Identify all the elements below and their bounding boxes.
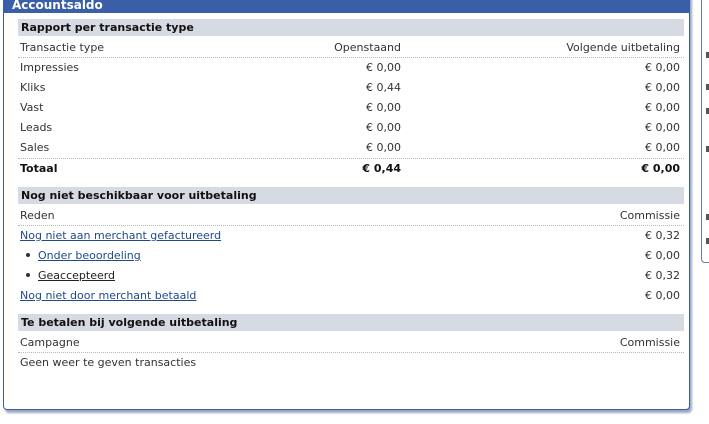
panel-title: Accountsaldo: [12, 0, 103, 12]
empty-message-row: Geen weer te geven transacties: [18, 353, 684, 373]
link-not-paid[interactable]: Nog niet door merchant betaald: [20, 289, 196, 302]
table-row: Onder beoordeling € 0,00: [18, 246, 684, 266]
table-row: Kliks € 0,44 € 0,00: [20, 81, 680, 94]
empty-message: Geen weer te geven transacties: [20, 356, 197, 369]
link-accepted[interactable]: Geaccepteerd: [38, 269, 115, 282]
table-row: Sales € 0,00 € 0,00: [20, 141, 680, 154]
bullet-icon: [26, 273, 30, 277]
section-title-report: Rapport per transactie type: [18, 19, 684, 36]
table-row: Geaccepteerd € 0,32: [18, 266, 684, 286]
link-under-review[interactable]: Onder beoordeling: [38, 249, 141, 262]
panel-header: Accountsaldo: [4, 0, 689, 13]
column-header-next-payout: Volgende uitbetaling: [566, 41, 680, 54]
table-row: Nog niet aan merchant gefactureerd € 0,3…: [20, 229, 680, 242]
next-payout-table-header: Campagne Commissie: [18, 333, 684, 353]
link-not-invoiced[interactable]: Nog niet aan merchant gefactureerd: [20, 229, 221, 242]
panel-content: Rapport per transactie type Transactie t…: [18, 19, 684, 373]
total-row: Totaal € 0,44 € 0,00: [18, 158, 684, 179]
bullet-icon: [26, 253, 30, 257]
column-header-campaign: Campagne: [20, 336, 80, 349]
section-title-pending: Nog niet beschikbaar voor uitbetaling: [18, 187, 684, 204]
column-header-commission: Commissie: [619, 336, 680, 349]
section-title-next-payout: Te betalen bij volgende uitbetaling: [18, 314, 684, 331]
table-row: Impressies € 0,00 € 0,00: [20, 61, 680, 74]
column-header-outstanding: Openstaand: [334, 41, 401, 54]
column-header-reason: Reden: [20, 209, 55, 222]
column-header-type: Transactie type: [20, 41, 105, 54]
account-balance-panel: Accountsaldo Rapport per transactie type…: [3, 0, 690, 410]
table-row: Nog niet door merchant betaald € 0,00: [20, 289, 680, 302]
table-row: Vast € 0,00 € 0,00: [20, 101, 680, 114]
column-header-commission: Commissie: [619, 209, 680, 222]
adjacent-panel-edge: [701, 0, 709, 263]
table-row: Leads € 0,00 € 0,00: [20, 121, 680, 134]
pending-table-header: Reden Commissie: [18, 206, 684, 226]
report-table-header: Transactie type Openstaand Volgende uitb…: [18, 38, 684, 58]
